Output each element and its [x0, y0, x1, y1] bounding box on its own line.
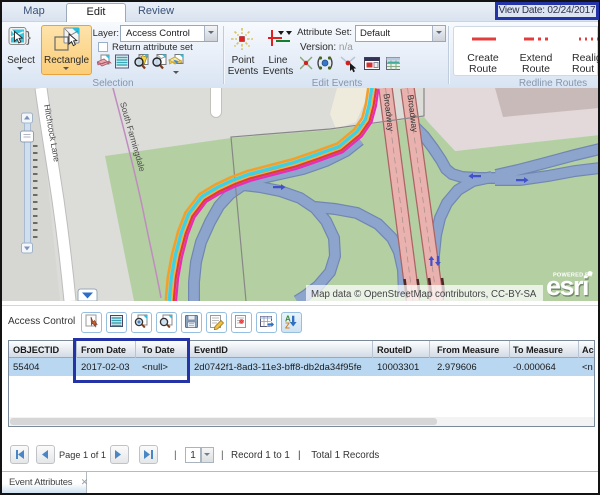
svg-text:Z: Z	[285, 322, 290, 331]
svg-text:}: }	[26, 29, 31, 46]
svg-text:Map data © OpenStreetMap contr: Map data © OpenStreetMap contributors, C…	[311, 289, 537, 300]
svg-text:esri: esri	[546, 271, 588, 301]
